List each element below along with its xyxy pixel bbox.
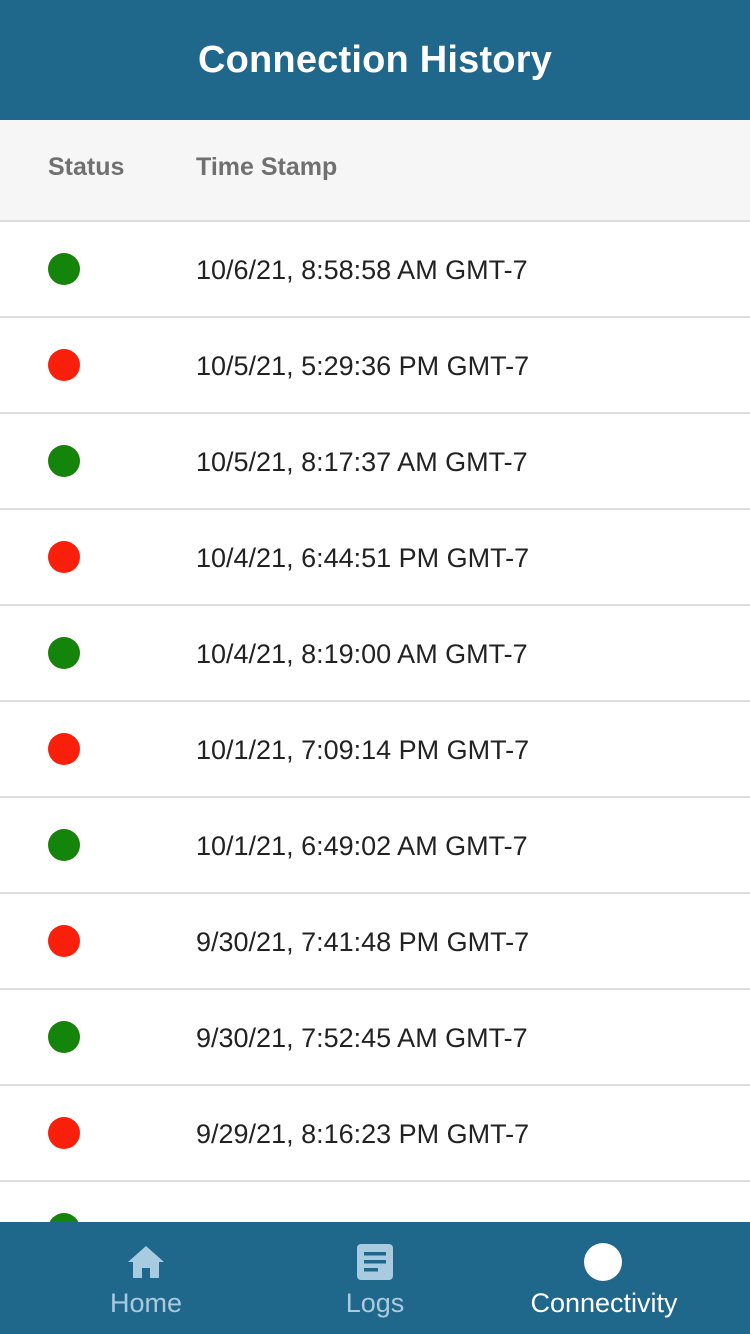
- column-header-timestamp: Time Stamp: [196, 153, 338, 181]
- table-row[interactable]: 10/4/21, 8:19:00 AM GMT-7: [0, 606, 750, 702]
- status-disconnected-indicator: [48, 541, 80, 573]
- status-disconnected-indicator: [48, 1117, 80, 1149]
- status-disconnected-indicator: [48, 925, 80, 957]
- status-disconnected-indicator: [48, 733, 80, 765]
- row-timestamp: 9/29/21, 8:16:23 PM GMT-7: [196, 1119, 530, 1149]
- connectivity-icon: [583, 1242, 623, 1282]
- row-timestamp: 10/4/21, 8:19:00 AM GMT-7: [196, 639, 528, 669]
- table-row[interactable]: 9/30/21, 7:41:48 PM GMT-7: [0, 894, 750, 990]
- row-timestamp: 10/4/21, 6:44:51 PM GMT-7: [196, 543, 530, 573]
- bottom-tab-bar: Home Logs Connectivity: [0, 1222, 750, 1334]
- table-row[interactable]: 10/4/21, 6:44:51 PM GMT-7: [0, 510, 750, 606]
- table-row[interactable]: 10/5/21, 5:29:36 PM GMT-7: [0, 318, 750, 414]
- status-connected-indicator: [48, 829, 80, 861]
- table-header: Status Time Stamp: [0, 120, 750, 222]
- row-timestamp: 10/1/21, 7:09:14 PM GMT-7: [196, 735, 530, 765]
- table-row[interactable]: 10/1/21, 6:49:02 AM GMT-7: [0, 798, 750, 894]
- table-row[interactable]: 10/6/21, 8:58:58 AM GMT-7: [0, 222, 750, 318]
- row-timestamp: 10/5/21, 5:29:36 PM GMT-7: [196, 351, 530, 381]
- status-connected-indicator: [48, 445, 80, 477]
- tab-connectivity[interactable]: Connectivity: [500, 1222, 750, 1334]
- tab-home-label: Home: [109, 1288, 183, 1318]
- row-timestamp: 9/30/21, 7:41:48 PM GMT-7: [196, 927, 530, 957]
- table-row[interactable]: 9/30/21, 7:52:45 AM GMT-7: [0, 990, 750, 1086]
- status-disconnected-indicator: [48, 349, 80, 381]
- table-row[interactable]: [0, 1182, 750, 1222]
- status-connected-indicator: [48, 253, 80, 285]
- status-connected-indicator: [48, 637, 80, 669]
- status-connected-indicator: [48, 1213, 80, 1222]
- row-timestamp: 10/5/21, 8:17:37 AM GMT-7: [196, 447, 528, 477]
- tab-connectivity-label: Connectivity: [530, 1288, 678, 1318]
- table-row[interactable]: 10/5/21, 8:17:37 AM GMT-7: [0, 414, 750, 510]
- row-timestamp: 9/30/21, 7:52:45 AM GMT-7: [196, 1023, 528, 1053]
- status-connected-indicator: [48, 1021, 80, 1053]
- row-timestamp: 10/6/21, 8:58:58 AM GMT-7: [196, 255, 528, 285]
- app-header: Connection History: [0, 0, 750, 120]
- column-header-status: Status: [48, 153, 125, 181]
- row-timestamp: 10/1/21, 6:49:02 AM GMT-7: [196, 831, 528, 861]
- page-title: Connection History: [197, 38, 553, 81]
- connection-history-list[interactable]: 10/6/21, 8:58:58 AM GMT-7 10/5/21, 5:29:3…: [0, 222, 750, 1222]
- logs-icon: [355, 1242, 395, 1282]
- table-row[interactable]: 9/29/21, 8:16:23 PM GMT-7: [0, 1086, 750, 1182]
- table-row[interactable]: 10/1/21, 7:09:14 PM GMT-7: [0, 702, 750, 798]
- tab-home[interactable]: Home: [0, 1222, 250, 1334]
- home-icon: [126, 1242, 166, 1282]
